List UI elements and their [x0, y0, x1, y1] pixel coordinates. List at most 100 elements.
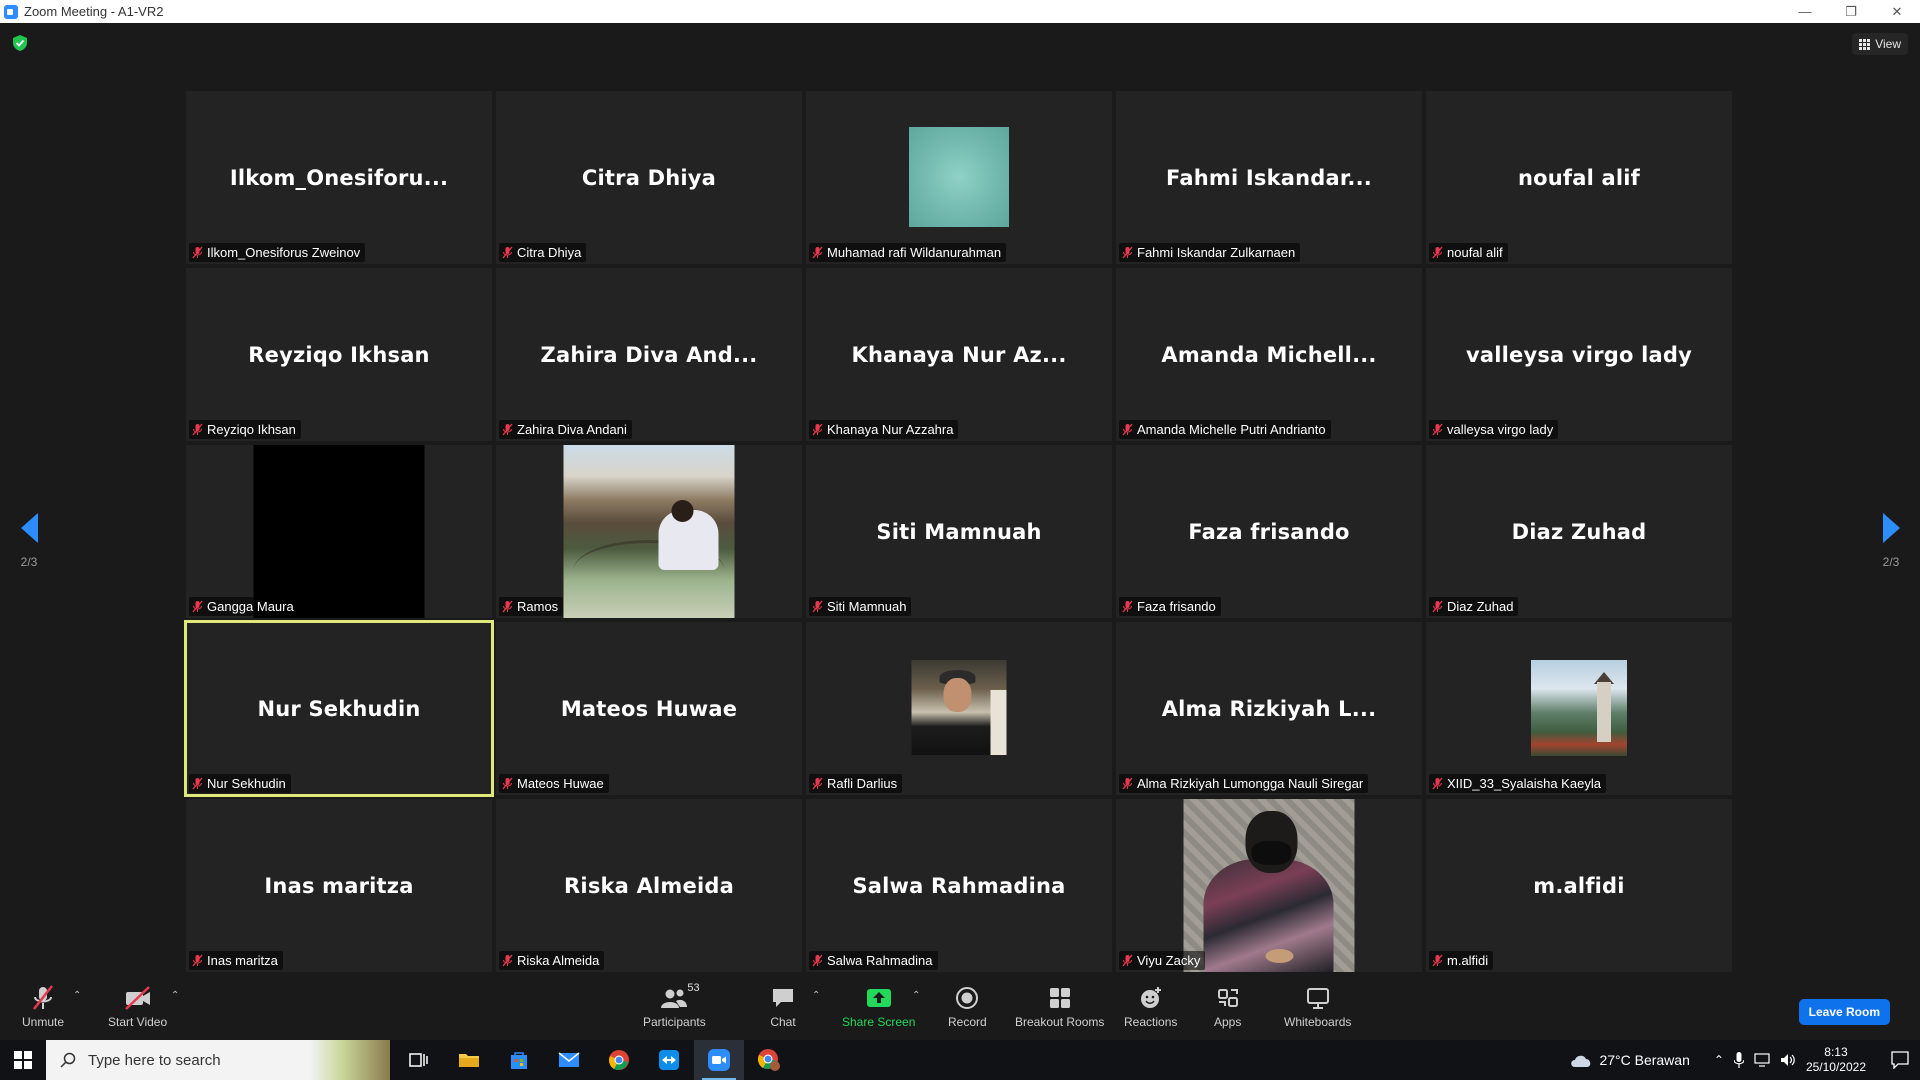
zoom-icon [708, 1049, 730, 1071]
participant-tile[interactable]: Salwa Rahmadina Salwa Rahmadina [806, 799, 1112, 972]
whiteboard-icon [1306, 988, 1329, 1009]
muted-mic-icon [1122, 777, 1133, 790]
reactions-icon [1140, 987, 1161, 1008]
start-video-button[interactable]: Start Video [108, 984, 167, 1029]
participants-icon [661, 989, 688, 1008]
participant-tile[interactable]: Viyu Zacky [1116, 799, 1422, 972]
restore-button[interactable]: ❐ [1828, 0, 1874, 23]
participant-tile[interactable]: Ramos [496, 445, 802, 618]
task-view-button[interactable] [394, 1040, 444, 1080]
participant-tile[interactable]: Ilkom_Onesiforu... Ilkom_Onesiforus Zwein… [186, 91, 492, 264]
audio-options-caret[interactable]: ⌃ [73, 990, 81, 1001]
grid-view-icon [1859, 38, 1871, 50]
taskbar-clock[interactable]: 8:13 25/10/2022 [1806, 1045, 1866, 1075]
minimize-button[interactable]: — [1782, 0, 1828, 23]
participant-display-name: Khanaya Nur Az... [851, 342, 1067, 367]
close-button[interactable]: ✕ [1874, 0, 1920, 23]
participant-name-label: Rafli Darlius [809, 774, 903, 793]
windows-taskbar: Type here to search 27°C Berawan ⌃ 8:13 … [0, 1040, 1920, 1080]
participant-name-label: Nur Sekhudin [189, 774, 291, 793]
unmute-button[interactable]: Unmute [22, 984, 64, 1029]
participant-display-name: Salwa Rahmadina [852, 873, 1066, 898]
apps-label: Apps [1214, 1015, 1242, 1029]
windows-logo-icon [14, 1051, 32, 1069]
participant-tile[interactable]: XIID_33_Syalaisha Kaeyla [1426, 622, 1732, 795]
participants-button[interactable]: 53 Participants [643, 982, 706, 1029]
record-label: Record [948, 1015, 987, 1029]
participant-tile[interactable]: m.alfidi m.alfidi [1426, 799, 1732, 972]
next-page-button[interactable]: 2/3 [1876, 513, 1906, 569]
network-icon[interactable] [1754, 1053, 1770, 1067]
participant-name-label: Ramos [499, 597, 564, 616]
breakout-rooms-button[interactable]: Breakout Rooms [1015, 984, 1104, 1029]
participant-display-name: Amanda Michell... [1161, 342, 1377, 367]
participant-video [253, 445, 425, 618]
participant-name: Riska Almeida [517, 953, 600, 968]
weather-widget[interactable]: 27°C Berawan [1569, 1052, 1690, 1068]
microphone-icon[interactable] [1733, 1052, 1744, 1068]
leave-room-button[interactable]: Leave Room [1798, 999, 1890, 1025]
whiteboards-button[interactable]: Whiteboards [1284, 984, 1351, 1029]
muted-mic-icon [812, 423, 823, 436]
file-explorer-taskbar-button[interactable] [444, 1040, 494, 1080]
chat-options-caret[interactable]: ⌃ [812, 990, 820, 1001]
participant-tile[interactable]: Citra Dhiya Citra Dhiya [496, 91, 802, 264]
start-button[interactable] [0, 1040, 46, 1080]
view-label: View [1875, 37, 1901, 51]
participant-display-name: Diaz Zuhad [1511, 519, 1647, 544]
zoom-taskbar-button[interactable] [694, 1040, 744, 1080]
show-hidden-icons-chevron-icon[interactable]: ⌃ [1714, 1053, 1724, 1067]
muted-mic-icon [192, 600, 203, 613]
participant-name-label: Alma Rizkiyah Lumongga Nauli Siregar [1119, 774, 1369, 793]
participant-tile[interactable]: Gangga Maura [186, 445, 492, 618]
participant-tile[interactable]: Zahira Diva And... Zahira Diva Andani [496, 268, 802, 441]
mail-taskbar-button[interactable] [544, 1040, 594, 1080]
participant-tile[interactable]: Inas maritza Inas maritza [186, 799, 492, 972]
share-screen-button[interactable]: Share Screen [842, 984, 915, 1029]
participant-name: Faza frisando [1137, 599, 1216, 614]
participant-tile[interactable]: valleysa virgo lady valleysa virgo lady [1426, 268, 1732, 441]
encryption-shield-icon[interactable] [13, 35, 27, 51]
participant-tile[interactable]: Fahmi Iskandar... Fahmi Iskandar Zulkarna… [1116, 91, 1422, 264]
system-tray: 27°C Berawan ⌃ 8:13 25/10/2022 [1569, 1040, 1920, 1080]
window-titlebar: Zoom Meeting - A1-VR2 — ❐ ✕ [0, 0, 1920, 23]
participant-tile[interactable]: Khanaya Nur Az... Khanaya Nur Azzahra [806, 268, 1112, 441]
taskbar-pinned-apps [394, 1040, 794, 1080]
muted-mic-icon [1122, 954, 1133, 967]
participant-name-label: Muhamad rafi Wildanurahman [809, 243, 1007, 262]
muted-mic-icon [192, 423, 203, 436]
chrome-taskbar-button[interactable] [594, 1040, 644, 1080]
view-button[interactable]: View [1852, 33, 1908, 55]
previous-page-button[interactable]: 2/3 [14, 513, 44, 569]
microsoft-store-taskbar-button[interactable] [494, 1040, 544, 1080]
teamviewer-taskbar-button[interactable] [644, 1040, 694, 1080]
muted-mic-icon [1432, 246, 1443, 259]
participant-tile[interactable]: Diaz Zuhad Diaz Zuhad [1426, 445, 1732, 618]
participant-tile[interactable]: Faza frisando Faza frisando [1116, 445, 1422, 618]
participant-name: Viyu Zacky [1137, 953, 1201, 968]
participant-display-name: Fahmi Iskandar... [1166, 165, 1372, 190]
video-options-caret[interactable]: ⌃ [171, 990, 179, 1001]
record-button[interactable]: Record [948, 984, 987, 1029]
participant-tile[interactable]: Muhamad rafi Wildanurahman [806, 91, 1112, 264]
participant-tile[interactable]: Mateos Huwae Mateos Huwae [496, 622, 802, 795]
muted-mic-icon [1432, 777, 1443, 790]
chat-button[interactable]: Chat [770, 984, 796, 1029]
apps-button[interactable]: Apps [1214, 984, 1241, 1029]
participant-tile[interactable]: Nur Sekhudin Nur Sekhudin [184, 620, 494, 797]
volume-icon[interactable] [1780, 1053, 1796, 1067]
participant-name-label: Gangga Maura [189, 597, 299, 616]
participant-tile[interactable]: Riska Almeida Riska Almeida [496, 799, 802, 972]
taskbar-search-box[interactable]: Type here to search [46, 1040, 390, 1080]
participant-name-label: Fahmi Iskandar Zulkarnaen [1119, 243, 1301, 262]
reactions-button[interactable]: Reactions [1124, 984, 1177, 1029]
participant-tile[interactable]: Siti Mamnuah Siti Mamnuah [806, 445, 1112, 618]
chrome-profile-taskbar-button[interactable] [744, 1040, 794, 1080]
participant-tile[interactable]: Reyziqo Ikhsan Reyziqo Ikhsan [186, 268, 492, 441]
participant-tile[interactable]: Amanda Michell... Amanda Michelle Putri A… [1116, 268, 1422, 441]
notification-center-button[interactable] [1880, 1040, 1920, 1080]
participant-tile[interactable]: noufal alif noufal alif [1426, 91, 1732, 264]
participant-tile[interactable]: Rafli Darlius [806, 622, 1112, 795]
share-options-caret[interactable]: ⌃ [912, 990, 920, 1001]
participant-tile[interactable]: Alma Rizkiyah L... Alma Rizkiyah Lumongga… [1116, 622, 1422, 795]
